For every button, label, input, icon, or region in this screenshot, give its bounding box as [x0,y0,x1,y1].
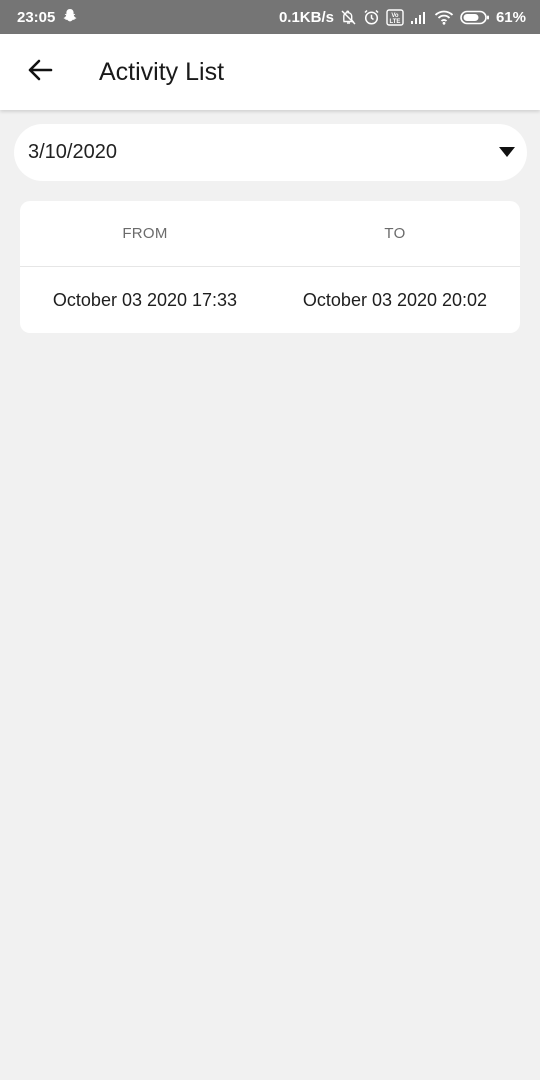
date-dropdown-value: 3/10/2020 [28,141,117,163]
network-speed: 0.1KB/s [278,8,334,26]
page-title: Activity List [99,57,225,86]
wifi-icon [434,10,454,25]
column-header-from: FROM [122,225,168,242]
activity-table: FROM TO October 03 2020 17:33 October 03… [20,201,520,333]
table-row[interactable]: October 03 2020 17:33 October 03 2020 20… [20,267,520,333]
to-cell: October 03 2020 20:02 [302,289,488,310]
status-right: 0.1KB/s Vo LTE 61% [279,9,526,26]
alarm-icon [363,9,380,26]
signal-icon [410,10,428,25]
svg-text:LTE: LTE [390,19,401,25]
back-button[interactable] [20,52,60,92]
battery-icon [460,10,490,25]
from-cell: October 03 2020 17:33 [52,289,238,310]
status-left: 23:05 [17,8,77,27]
arrow-left-icon [27,59,53,86]
app-bar: Activity List [0,34,540,110]
volte-icon: Vo LTE [386,8,404,26]
snapchat-icon [63,8,77,27]
status-time: 23:05 [17,8,56,26]
battery-percent: 61% [495,8,526,26]
table-header: FROM TO [20,201,520,267]
date-dropdown[interactable]: 3/10/2020 [14,124,527,181]
dropdown-triangle-icon [499,144,515,162]
column-header-to: TO [384,225,406,242]
status-bar: 23:05 0.1KB/s Vo LTE 61% [0,0,540,34]
bell-off-icon [340,9,357,26]
